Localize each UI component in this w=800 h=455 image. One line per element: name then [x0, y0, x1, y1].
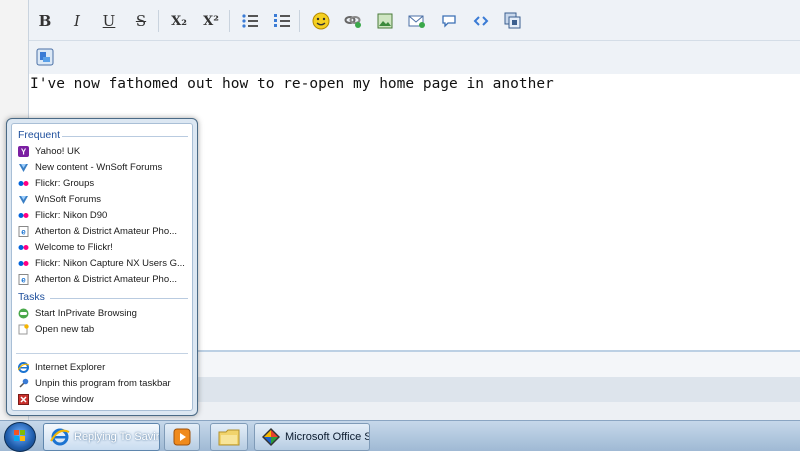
wnsoft-icon: [18, 194, 29, 205]
toolbar-separator: [158, 10, 159, 32]
bold-button[interactable]: B: [34, 10, 56, 32]
office-icon: [262, 428, 280, 446]
unpin-icon: [18, 378, 29, 389]
app-label: Close window: [35, 393, 94, 405]
task-label: Start InPrivate Browsing: [35, 307, 137, 319]
editor-content: I've now fathomed out how to re-open my …: [30, 76, 554, 92]
insert-media-button[interactable]: [502, 10, 524, 32]
insert-quote-button[interactable]: [438, 10, 460, 32]
jump-item-label: Atherton & District Amateur Pho...: [35, 225, 178, 237]
speech-bubble-icon: [442, 15, 456, 28]
insert-email-button[interactable]: [406, 10, 428, 32]
task-start-inprivate[interactable]: Start InPrivate Browsing: [18, 305, 188, 321]
switch-editor-mode-icon: [36, 48, 54, 66]
insert-link-button[interactable]: [342, 10, 364, 32]
jump-item-new-content-wnsoft[interactable]: New content - WnSoft Forums: [18, 159, 188, 175]
italic-button[interactable]: I: [66, 10, 88, 32]
svg-text:e: e: [21, 275, 26, 284]
image-icon: [377, 13, 393, 29]
tasks-header: Tasks: [18, 291, 45, 303]
header-rule: [62, 136, 188, 137]
jump-list-body: Frequent Y Yahoo! UK New content - WnSof…: [11, 123, 193, 411]
app-close-window[interactable]: Close window: [18, 391, 188, 407]
insert-code-button[interactable]: [470, 10, 492, 32]
frequent-header: Frequent: [18, 129, 61, 141]
taskbar-window-title: Microsoft Office S...: [285, 431, 369, 443]
smiley-button[interactable]: [310, 10, 332, 32]
jump-item-label: New content - WnSoft Forums: [35, 161, 163, 173]
jump-item-flickr-nikon-capture[interactable]: Flickr: Nikon Capture NX Users G...: [18, 255, 188, 271]
superscript-button[interactable]: X²: [200, 10, 222, 32]
switch-mode-button[interactable]: [34, 46, 56, 68]
header-rule: [50, 298, 188, 299]
taskbar-media-player[interactable]: [164, 423, 200, 451]
jump-item-label: Flickr: Nikon D90: [35, 209, 108, 221]
toolbar-separator: [229, 10, 230, 32]
jump-item-atherton-1[interactable]: e Atherton & District Amateur Pho...: [18, 223, 188, 239]
task-open-new-tab[interactable]: Open new tab: [18, 321, 188, 337]
flickr-icon: [18, 242, 29, 253]
jump-item-flickr-groups[interactable]: Flickr: Groups: [18, 175, 188, 191]
jump-list-separator: [16, 353, 188, 354]
jump-item-atherton-2[interactable]: e Atherton & District Amateur Pho...: [18, 271, 188, 287]
start-button[interactable]: [4, 422, 36, 452]
wnsoft-icon: [18, 162, 29, 173]
code-icon: [473, 16, 489, 26]
svg-text:Y: Y: [21, 147, 27, 156]
jump-item-yahoo-uk[interactable]: Y Yahoo! UK: [18, 143, 188, 159]
jump-item-welcome-flickr[interactable]: Welcome to Flickr!: [18, 239, 188, 255]
ie-icon: [18, 361, 29, 373]
jump-item-label: Welcome to Flickr!: [35, 241, 113, 253]
jump-item-wnsoft-forums[interactable]: WnSoft Forums: [18, 191, 188, 207]
task-label: Open new tab: [35, 323, 95, 335]
toolbar-separator: [299, 10, 300, 32]
app-unpin-from-taskbar[interactable]: Unpin this program from taskbar: [18, 375, 188, 391]
bullet-list-icon: [242, 14, 258, 28]
media-icon: [504, 12, 521, 29]
ie-jump-list: Frequent Y Yahoo! UK New content - WnSof…: [6, 118, 198, 416]
new-tab-icon: [18, 323, 29, 335]
insert-image-button[interactable]: [374, 10, 396, 32]
app-internet-explorer[interactable]: Internet Explorer: [18, 359, 188, 375]
flickr-icon: [18, 178, 29, 189]
ie-page-icon: e: [18, 273, 29, 285]
jump-item-label: Atherton & District Amateur Pho...: [35, 273, 178, 285]
link-icon: [344, 16, 361, 28]
inprivate-icon: [18, 308, 29, 319]
app-label: Internet Explorer: [35, 361, 106, 373]
app-label: Unpin this program from taskbar: [35, 377, 171, 389]
numbered-list-button[interactable]: [271, 10, 293, 32]
folder-icon: [218, 429, 240, 446]
media-player-icon: [173, 428, 191, 446]
editor-toolbar-secondary: [29, 41, 800, 75]
svg-text:e: e: [21, 227, 26, 236]
jump-item-label: Flickr: Groups: [35, 177, 95, 189]
flickr-icon: [18, 258, 29, 269]
yahoo-icon: Y: [18, 145, 29, 157]
numbered-list-icon: [274, 14, 290, 27]
taskbar-office-window[interactable]: Microsoft Office S...: [254, 423, 370, 451]
smiley-icon: [312, 12, 330, 30]
jump-item-flickr-nikon-d90[interactable]: Flickr: Nikon D90: [18, 207, 188, 223]
jump-item-label: Yahoo! UK: [35, 145, 81, 157]
taskbar-window-title: Replying To Savin...: [74, 431, 159, 443]
editor-toolbar: B I U S X₂ X²: [29, 0, 800, 41]
taskbar-explorer[interactable]: [210, 423, 248, 451]
underline-button[interactable]: U: [98, 10, 120, 32]
subscript-button[interactable]: X₂: [168, 10, 190, 32]
ie-page-icon: e: [18, 225, 29, 237]
ie-icon: [50, 428, 70, 446]
windows-taskbar: Replying To Savin... Microsoft Office S.…: [0, 420, 800, 452]
jump-item-label: Flickr: Nikon Capture NX Users G...: [35, 257, 185, 269]
email-icon: [408, 15, 425, 28]
close-window-icon: [18, 393, 29, 405]
bullet-list-button[interactable]: [239, 10, 261, 32]
taskbar-ie-window[interactable]: Replying To Savin...: [43, 423, 160, 451]
flickr-icon: [18, 210, 29, 221]
jump-item-label: WnSoft Forums: [35, 193, 101, 205]
strikethrough-button[interactable]: S: [130, 10, 152, 32]
windows-logo-icon: [14, 430, 25, 441]
